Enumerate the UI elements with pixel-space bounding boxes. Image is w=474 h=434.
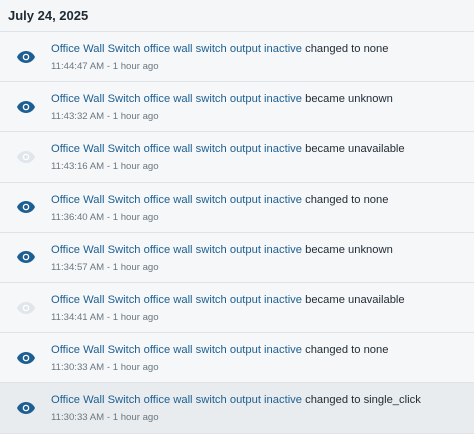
entry-list: Office Wall Switch office wall switch ou… — [0, 32, 474, 434]
entry-body: Office Wall Switch office wall switch ou… — [51, 233, 474, 274]
eye-icon — [0, 383, 51, 432]
time-separator: - — [104, 362, 113, 374]
entity-link[interactable]: Office Wall Switch office wall switch ou… — [51, 194, 302, 206]
entry-message: Office Wall Switch office wall switch ou… — [51, 92, 474, 107]
entry-message: Office Wall Switch office wall switch ou… — [51, 393, 474, 408]
logbook-entry[interactable]: Office Wall Switch office wall switch ou… — [0, 32, 474, 83]
entry-body: Office Wall Switch office wall switch ou… — [51, 82, 474, 123]
entry-relative-time: 1 hour ago — [112, 311, 159, 323]
entity-link[interactable]: Office Wall Switch office wall switch ou… — [51, 244, 302, 256]
entry-relative-time: 1 hour ago — [112, 362, 159, 374]
entry-timestamp: 11:43:32 AM - 1 hour ago — [51, 110, 474, 123]
logbook-entry[interactable]: Office Wall Switch office wall switch ou… — [0, 282, 474, 334]
entry-time: 11:30:33 AM — [51, 362, 105, 374]
state-change-text: changed to none — [305, 193, 389, 206]
logbook-entry[interactable]: Office Wall Switch office wall switch ou… — [0, 182, 474, 233]
entity-link[interactable]: Office Wall Switch office wall switch ou… — [51, 93, 302, 105]
entry-time: 11:44:47 AM — [51, 61, 105, 72]
state-change-text: became unknown — [305, 93, 393, 106]
entry-relative-time: 1 hour ago — [112, 61, 159, 72]
time-separator: - — [104, 61, 113, 72]
entry-time: 11:34:41 AM — [51, 311, 105, 323]
eye-icon — [0, 233, 51, 282]
entry-message: Office Wall Switch office wall switch ou… — [51, 243, 474, 258]
entry-time: 11:43:16 AM — [51, 161, 105, 173]
entry-timestamp: 11:30:33 AM - 1 hour ago — [51, 411, 474, 424]
entity-link[interactable]: Office Wall Switch office wall switch ou… — [51, 394, 302, 406]
entry-timestamp: 11:30:33 AM - 1 hour ago — [51, 361, 474, 374]
eye-icon — [0, 283, 51, 332]
entry-relative-time: 1 hour ago — [112, 412, 159, 424]
time-separator: - — [104, 211, 113, 223]
entry-time: 11:43:32 AM — [51, 111, 105, 123]
date-header: July 24, 2025 — [0, 0, 474, 32]
entry-timestamp: 11:34:57 AM - 1 hour ago — [51, 261, 474, 274]
entry-time: 11:36:40 AM — [51, 211, 105, 223]
entry-relative-time: 1 hour ago — [112, 261, 159, 273]
state-change-text: changed to single_click — [305, 394, 421, 407]
entry-timestamp: 11:43:16 AM - 1 hour ago — [51, 160, 474, 173]
time-separator: - — [104, 111, 113, 123]
entry-time: 11:30:33 AM — [51, 412, 105, 424]
eye-icon — [0, 82, 51, 131]
entry-timestamp: 11:34:41 AM - 1 hour ago — [51, 311, 474, 324]
logbook-entry[interactable]: Office Wall Switch office wall switch ou… — [0, 82, 474, 133]
eye-icon — [0, 183, 51, 232]
entry-message: Office Wall Switch office wall switch ou… — [51, 293, 474, 308]
eye-icon — [0, 333, 51, 382]
entry-relative-time: 1 hour ago — [112, 161, 159, 173]
entry-timestamp: 11:36:40 AM - 1 hour ago — [51, 211, 474, 224]
entry-body: Office Wall Switch office wall switch ou… — [51, 283, 474, 324]
entry-message: Office Wall Switch office wall switch ou… — [51, 343, 474, 358]
time-separator: - — [104, 261, 113, 273]
eye-icon — [0, 132, 51, 181]
logbook-entry[interactable]: Office Wall Switch office wall switch ou… — [0, 232, 474, 283]
entry-body: Office Wall Switch office wall switch ou… — [51, 333, 474, 374]
logbook-panel: July 24, 2025 Office Wall Switch office … — [0, 0, 474, 434]
time-separator: - — [104, 311, 113, 323]
entry-message: Office Wall Switch office wall switch ou… — [51, 193, 474, 208]
logbook-entry[interactable]: Office Wall Switch office wall switch ou… — [0, 383, 474, 434]
entry-relative-time: 1 hour ago — [112, 111, 159, 123]
state-change-text: became unavailable — [305, 293, 405, 306]
entry-relative-time: 1 hour ago — [112, 211, 159, 223]
entry-body: Office Wall Switch office wall switch ou… — [51, 383, 474, 424]
time-separator: - — [104, 412, 113, 424]
time-separator: - — [104, 161, 113, 173]
state-change-text: became unknown — [305, 243, 393, 256]
entry-message: Office Wall Switch office wall switch ou… — [51, 42, 474, 57]
entity-link[interactable]: Office Wall Switch office wall switch ou… — [51, 344, 302, 356]
state-change-text: changed to none — [305, 344, 389, 357]
entity-link[interactable]: Office Wall Switch office wall switch ou… — [51, 43, 302, 55]
state-change-text: changed to none — [305, 43, 389, 55]
entry-time: 11:34:57 AM — [51, 261, 105, 273]
entry-body: Office Wall Switch office wall switch ou… — [51, 183, 474, 224]
entry-timestamp: 11:44:47 AM - 1 hour ago — [51, 60, 474, 73]
entry-body: Office Wall Switch office wall switch ou… — [51, 32, 474, 73]
entry-message: Office Wall Switch office wall switch ou… — [51, 142, 474, 157]
logbook-entry[interactable]: Office Wall Switch office wall switch ou… — [0, 132, 474, 183]
entity-link[interactable]: Office Wall Switch office wall switch ou… — [51, 294, 302, 306]
entry-body: Office Wall Switch office wall switch ou… — [51, 132, 474, 173]
logbook-entry[interactable]: Office Wall Switch office wall switch ou… — [0, 333, 474, 384]
entity-link[interactable]: Office Wall Switch office wall switch ou… — [51, 143, 302, 155]
state-change-text: became unavailable — [305, 143, 405, 156]
eye-icon — [0, 32, 51, 81]
